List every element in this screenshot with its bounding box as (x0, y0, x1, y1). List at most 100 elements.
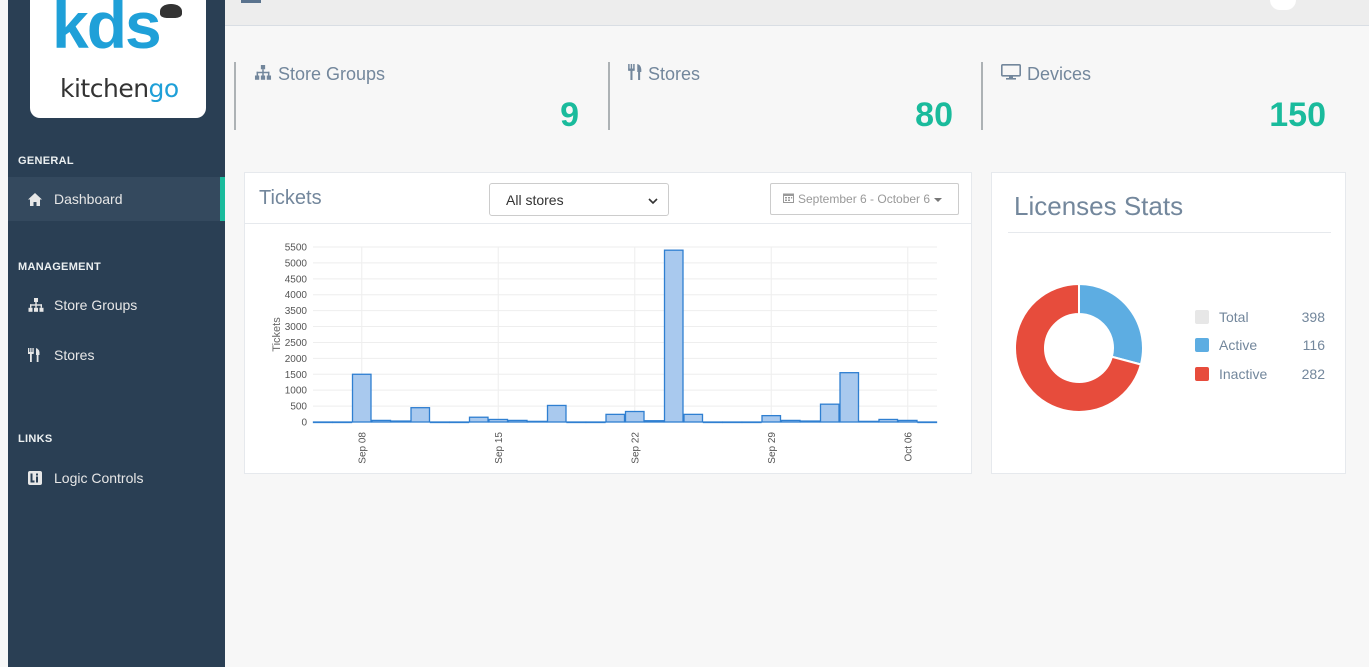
sidebar-item-dashboard[interactable]: Dashboard (8, 177, 225, 221)
sidebar-item-label: Stores (54, 347, 95, 363)
bar (663, 249, 684, 423)
bar (488, 418, 509, 423)
legend-total: Total 398 (1195, 307, 1325, 327)
bar (858, 420, 879, 423)
licenses-panel: Licenses Stats Total 398 Active 116 Inac… (991, 172, 1346, 474)
logo[interactable]: kds kitchengo (30, 0, 206, 118)
sidebar-item-stores[interactable]: Stores (8, 333, 225, 377)
stat-devices: Devices 150 (981, 62, 1328, 134)
donut-slice-active (1078, 282, 1144, 366)
sidebar-item-label: Store Groups (54, 297, 138, 313)
bar (468, 416, 489, 423)
legend-swatch (1195, 367, 1209, 381)
legend-label: Active (1219, 337, 1258, 353)
bar (917, 421, 938, 424)
legend-label: Inactive (1219, 366, 1268, 382)
x-tick-label: Sep 29 (767, 432, 778, 464)
y-tick-label: 2500 (285, 338, 308, 349)
bar (507, 419, 528, 423)
cutlery-icon (28, 348, 52, 362)
sidebar-item-label: Logic Controls (54, 470, 144, 486)
bar (332, 421, 353, 424)
bar (644, 420, 665, 423)
bar (897, 419, 918, 423)
bar (800, 420, 821, 423)
x-tick-label: Sep 15 (494, 432, 505, 464)
chef-hat-icon (160, 4, 182, 18)
bar (312, 421, 333, 424)
y-tick-label: 5000 (285, 258, 308, 269)
y-tick-label: 500 (290, 402, 307, 413)
bar (351, 373, 372, 423)
cutlery-icon (628, 64, 648, 85)
y-tick-label: 1500 (285, 370, 308, 381)
sidebar-item-logic-controls[interactable]: Logic Controls (8, 456, 225, 500)
tickets-chart: 0 500 1000 1500 2000 2500 3000 3500 4000 4500 5000… (271, 243, 938, 464)
panel-divider (1008, 232, 1331, 233)
sitemap-icon (28, 298, 52, 312)
caret-down-icon (934, 192, 946, 206)
legend-value: 282 (1301, 366, 1325, 382)
sidebar-item-label: Dashboard (54, 191, 123, 207)
panel-divider (245, 223, 971, 224)
chevron-down-icon (648, 193, 658, 209)
bar (410, 407, 431, 423)
logo-sub-text: kitchengo (60, 74, 179, 103)
x-tick-label: Oct 06 (903, 432, 914, 462)
stat-count: 150 (1269, 96, 1326, 134)
bar (702, 421, 723, 424)
y-tick-label: 5500 (285, 243, 308, 254)
bar (741, 421, 762, 424)
y-tick-label: 2000 (285, 354, 308, 365)
stat-count: 9 (560, 96, 579, 134)
stat-label: Stores (648, 64, 701, 84)
y-tick-label: 3000 (285, 322, 308, 333)
bar (546, 404, 567, 423)
bar (819, 403, 840, 423)
calendar-icon (783, 192, 798, 206)
legend-swatch (1195, 338, 1209, 352)
licenses-donut-chart (1014, 282, 1144, 413)
y-tick-label: 4500 (285, 274, 308, 285)
section-title-general: GENERAL (18, 155, 74, 167)
y-axis-label: Tickets (271, 317, 283, 352)
stat-store-groups: Store Groups 9 (234, 62, 581, 134)
sidebar: kds kitchengo GENERAL Dashboard MANAGEME… (8, 0, 225, 667)
logo-main-text: kds (52, 0, 162, 62)
tickets-title: Tickets (259, 187, 322, 209)
stat-stores: Stores 80 (608, 62, 955, 134)
bar (624, 410, 645, 423)
section-title-links: LINKS (18, 433, 53, 445)
licenses-title: Licenses Stats (1014, 191, 1184, 221)
bar (878, 418, 899, 423)
user-avatar[interactable] (1270, 0, 1296, 10)
sidebar-item-store-groups[interactable]: Store Groups (8, 283, 225, 327)
desktop-icon (1001, 64, 1027, 85)
date-range-picker[interactable]: September 6 - October 6 (770, 183, 959, 215)
store-filter-select[interactable]: All stores (489, 183, 669, 216)
y-tick-label: 1000 (285, 386, 308, 397)
x-tick-label: Sep 08 (357, 432, 368, 464)
legend-swatch (1195, 310, 1209, 324)
section-title-management: MANAGEMENT (18, 261, 102, 273)
top-nav (225, 0, 1369, 26)
stat-label: Devices (1027, 64, 1092, 84)
bar (722, 421, 743, 424)
bar (449, 421, 470, 424)
bar (390, 420, 411, 423)
bar (605, 413, 626, 423)
store-filter-value: All stores (506, 191, 564, 208)
home-icon (28, 192, 52, 206)
bar (566, 421, 587, 424)
bar (761, 414, 782, 423)
legend-active: Active 116 (1195, 335, 1325, 355)
y-tick-label: 4000 (285, 290, 308, 301)
tickets-panel: Tickets All stores September 6 - October… (244, 172, 972, 474)
bar (839, 372, 860, 423)
menu-toggle-icon[interactable] (241, 0, 261, 3)
bar (683, 413, 704, 423)
bar (585, 421, 606, 424)
legend-value: 398 (1301, 309, 1325, 325)
sitemap-icon (254, 64, 278, 85)
legend-inactive: Inactive 282 (1195, 364, 1325, 384)
